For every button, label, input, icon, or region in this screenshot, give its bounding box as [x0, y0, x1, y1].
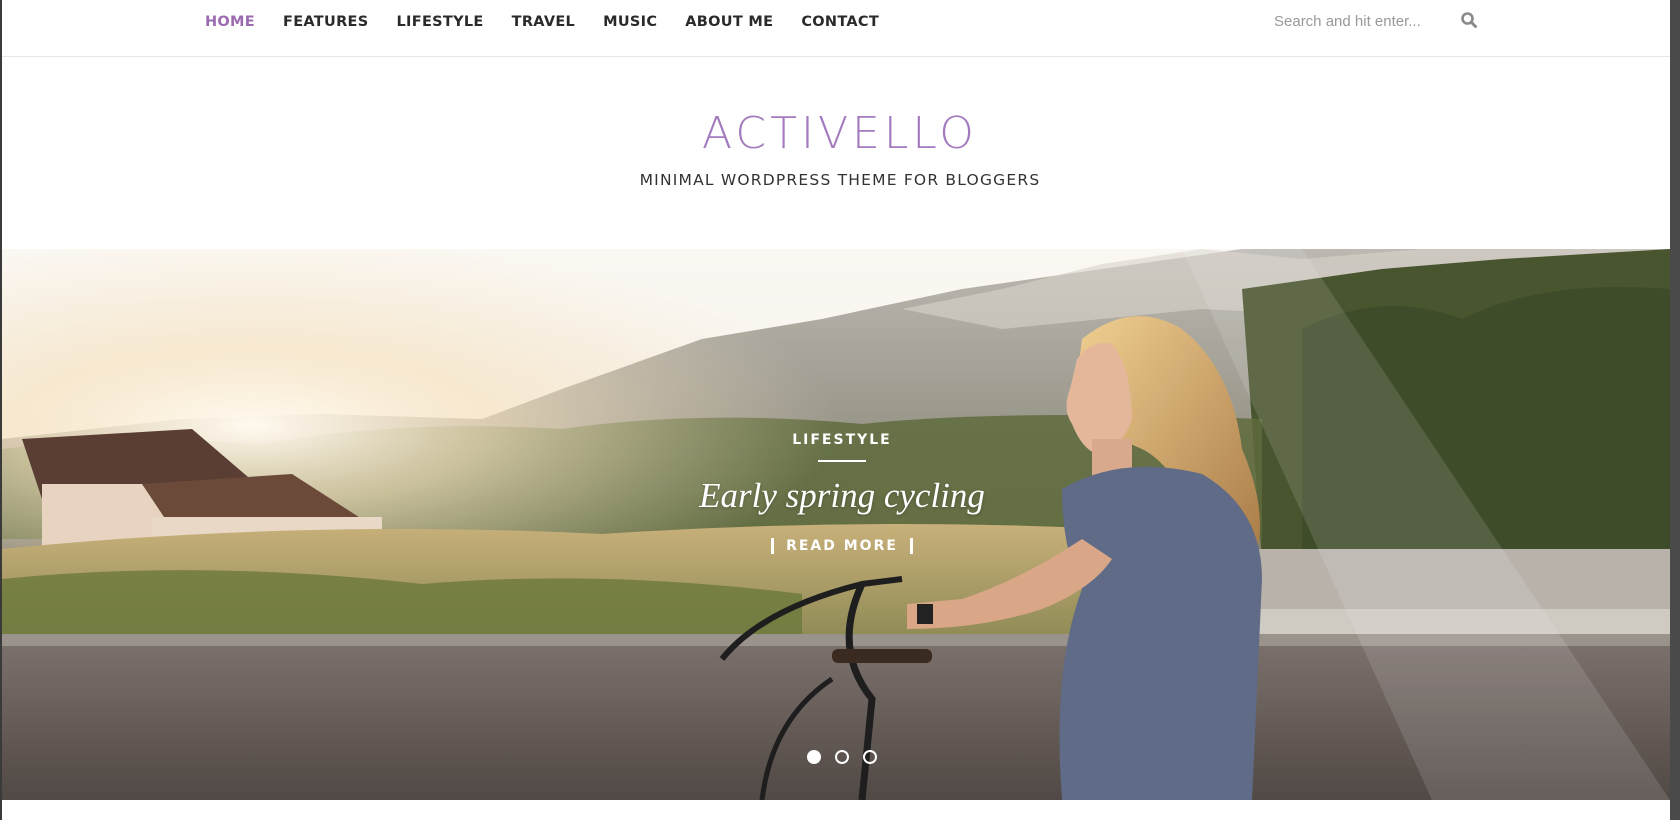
slider-pagination: [2, 750, 1670, 764]
slide-title[interactable]: Early spring cycling: [2, 476, 1670, 516]
nav-item-home[interactable]: HOME: [205, 14, 255, 30]
nav-item-about-me[interactable]: ABOUT ME: [685, 14, 773, 30]
page: HOME FEATURES LIFESTYLE TRAVEL MUSIC ABO…: [0, 0, 1680, 820]
read-more-button[interactable]: READ MORE: [771, 538, 913, 554]
featured-slider: LIFESTYLE Early spring cycling READ MORE: [2, 249, 1670, 800]
site-logo[interactable]: ACTIVELLO: [702, 108, 978, 159]
site-tagline: MINIMAL WORDPRESS THEME FOR BLOGGERS: [639, 171, 1041, 189]
nav-item-contact[interactable]: CONTACT: [801, 14, 879, 30]
slider-dot-1[interactable]: [807, 750, 821, 764]
nav-item-features[interactable]: FEATURES: [283, 14, 369, 30]
slide-divider: [818, 460, 866, 462]
site-branding: ACTIVELLO MINIMAL WORDPRESS THEME FOR BL…: [0, 108, 1680, 189]
slide-category[interactable]: LIFESTYLE: [2, 432, 1670, 448]
slider-dot-3[interactable]: [863, 750, 877, 764]
nav-item-music[interactable]: MUSIC: [603, 14, 657, 30]
main-menu: HOME FEATURES LIFESTYLE TRAVEL MUSIC ABO…: [205, 0, 907, 44]
slide-caption: LIFESTYLE Early spring cycling READ MORE: [2, 432, 1670, 555]
slider-dot-2[interactable]: [835, 750, 849, 764]
search-form: [1274, 8, 1484, 34]
top-navigation-bar: HOME FEATURES LIFESTYLE TRAVEL MUSIC ABO…: [2, 0, 1670, 57]
search-icon[interactable]: [1460, 11, 1480, 31]
nav-item-lifestyle[interactable]: LIFESTYLE: [397, 14, 484, 30]
window-right-edge: [1670, 0, 1680, 820]
search-input[interactable]: [1274, 12, 1442, 30]
window-left-edge: [0, 0, 2, 820]
nav-item-travel[interactable]: TRAVEL: [512, 14, 575, 30]
